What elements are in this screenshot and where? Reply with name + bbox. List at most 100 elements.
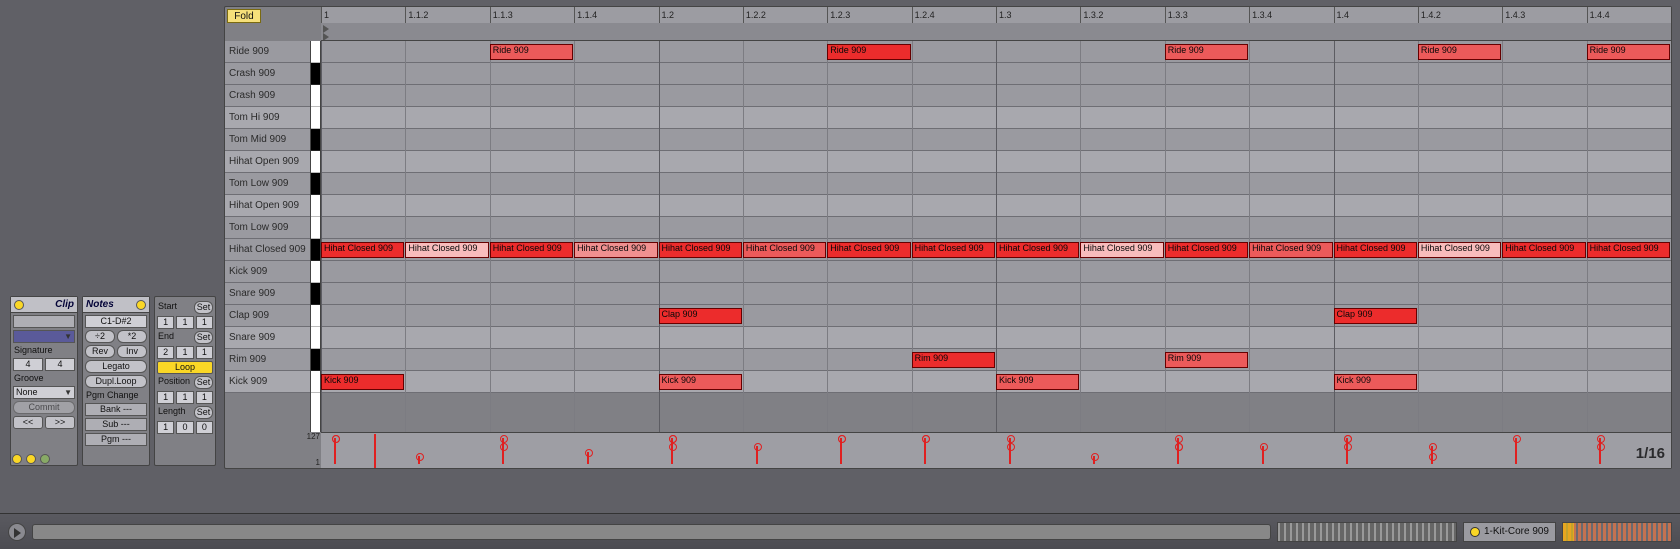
start-set-button[interactable]: Set <box>194 301 213 314</box>
velocity-handle[interactable] <box>756 446 758 464</box>
midi-note[interactable]: Kick 909 <box>996 374 1079 390</box>
groove-select[interactable]: None <box>13 386 75 399</box>
track-name[interactable]: Snare 909 <box>225 327 310 349</box>
start-bar[interactable]: 1 <box>157 316 174 329</box>
time-ruler[interactable]: 11.1.21.1.31.1.41.21.2.21.2.31.2.41.31.3… <box>321 7 1671 41</box>
velocity-handle[interactable] <box>1093 456 1095 464</box>
notes-arrow-icon[interactable] <box>136 300 146 310</box>
loop-toggle-button[interactable]: Loop <box>157 361 213 374</box>
piano-key[interactable] <box>311 173 320 195</box>
sig-denominator[interactable]: 4 <box>45 358 75 371</box>
start-sub[interactable]: 1 <box>196 316 213 329</box>
velocity-handle[interactable] <box>334 438 336 464</box>
length-set-button[interactable]: Set <box>194 406 213 419</box>
midi-note[interactable]: Kick 909 <box>1334 374 1417 390</box>
piano-key[interactable] <box>311 239 320 261</box>
midi-note[interactable]: Hihat Closed 909 <box>743 242 826 258</box>
velocity-handle[interactable] <box>1346 446 1348 464</box>
half-tempo-button[interactable]: ÷2 <box>85 330 115 343</box>
midi-note[interactable]: Hihat Closed 909 <box>996 242 1079 258</box>
fold-button[interactable]: Fold <box>227 9 261 23</box>
velocity-handle[interactable] <box>1431 456 1433 464</box>
velocity-handle[interactable] <box>418 456 420 464</box>
velocity-handle[interactable] <box>587 452 589 464</box>
len-sub[interactable]: 0 <box>196 421 213 434</box>
nudge-fwd-button[interactable]: >> <box>45 416 75 429</box>
piano-key[interactable] <box>311 305 320 327</box>
device-preview[interactable] <box>1562 522 1672 542</box>
commit-button[interactable]: Commit <box>13 401 75 414</box>
midi-note[interactable]: Hihat Closed 909 <box>1249 242 1332 258</box>
midi-note[interactable]: Hihat Closed 909 <box>1334 242 1417 258</box>
velocity-handle[interactable] <box>1262 446 1264 464</box>
midi-note[interactable]: Hihat Closed 909 <box>912 242 995 258</box>
nudge-back-button[interactable]: << <box>13 416 43 429</box>
track-name[interactable]: Hihat Closed 909 <box>225 239 310 261</box>
midi-note[interactable]: Ride 909 <box>1418 44 1501 60</box>
piano-key[interactable] <box>311 195 320 217</box>
track-name[interactable]: Hihat Open 909 <box>225 151 310 173</box>
piano-key[interactable] <box>311 283 320 305</box>
pos-bar[interactable]: 1 <box>157 391 174 404</box>
midi-note[interactable]: Ride 909 <box>1587 44 1670 60</box>
clip-color-select[interactable] <box>13 330 75 343</box>
pgm-field[interactable]: Pgm --- <box>85 433 147 446</box>
midi-note[interactable]: Hihat Closed 909 <box>574 242 657 258</box>
midi-note[interactable]: Kick 909 <box>321 374 404 390</box>
track-name[interactable]: Hihat Open 909 <box>225 195 310 217</box>
velocity-handle[interactable] <box>1009 446 1011 464</box>
horizontal-scrollbar[interactable] <box>32 524 1271 540</box>
track-name[interactable]: Clap 909 <box>225 305 310 327</box>
panel-dot-launch[interactable] <box>12 454 22 464</box>
clip-overview[interactable] <box>1277 522 1457 542</box>
pos-sub[interactable]: 1 <box>196 391 213 404</box>
clip-active-indicator[interactable] <box>14 300 24 310</box>
pos-beat[interactable]: 1 <box>176 391 193 404</box>
midi-note[interactable]: Ride 909 <box>490 44 573 60</box>
velocity-handle[interactable] <box>840 438 842 464</box>
piano-key[interactable] <box>311 63 320 85</box>
midi-note[interactable]: Rim 909 <box>1165 352 1248 368</box>
midi-note[interactable]: Hihat Closed 909 <box>1502 242 1585 258</box>
sig-numerator[interactable]: 4 <box>13 358 43 371</box>
track-name[interactable]: Snare 909 <box>225 283 310 305</box>
piano-key[interactable] <box>311 261 320 283</box>
midi-note[interactable]: Ride 909 <box>827 44 910 60</box>
piano-key[interactable] <box>311 85 320 107</box>
midi-note[interactable]: Kick 909 <box>659 374 742 390</box>
start-beat[interactable]: 1 <box>176 316 193 329</box>
end-bar[interactable]: 2 <box>157 346 174 359</box>
note-grid[interactable]: Ride 909Ride 909Ride 909Ride 909Ride 909… <box>321 41 1671 432</box>
track-name[interactable]: Tom Low 909 <box>225 217 310 239</box>
piano-key[interactable] <box>311 41 320 63</box>
track-name[interactable]: Kick 909 <box>225 371 310 393</box>
piano-key[interactable] <box>311 217 320 239</box>
velocity-handle[interactable] <box>1515 438 1517 464</box>
midi-note[interactable]: Hihat Closed 909 <box>321 242 404 258</box>
velocity-handle[interactable] <box>671 446 673 464</box>
position-set-button[interactable]: Set <box>194 376 213 389</box>
piano-key[interactable] <box>311 349 320 371</box>
midi-note[interactable]: Hihat Closed 909 <box>659 242 742 258</box>
invert-button[interactable]: Inv <box>117 345 147 358</box>
panel-dot-envelopes[interactable] <box>40 454 50 464</box>
midi-note[interactable]: Clap 909 <box>1334 308 1417 324</box>
track-name[interactable]: Rim 909 <box>225 349 310 371</box>
piano-key[interactable] <box>311 129 320 151</box>
midi-note[interactable]: Hihat Closed 909 <box>1418 242 1501 258</box>
midi-note[interactable]: Hihat Closed 909 <box>1080 242 1163 258</box>
piano-key-column[interactable] <box>311 41 321 432</box>
velocity-handle[interactable] <box>1177 446 1179 464</box>
velocity-handle[interactable] <box>924 438 926 464</box>
len-beat[interactable]: 0 <box>176 421 193 434</box>
loop-brace-icon[interactable] <box>321 23 335 41</box>
device-chip[interactable]: 1-Kit-Core 909 <box>1463 522 1556 542</box>
end-beat[interactable]: 1 <box>176 346 193 359</box>
track-name[interactable]: Crash 909 <box>225 63 310 85</box>
note-range-display[interactable]: C1-D#2 <box>85 315 147 328</box>
piano-key[interactable] <box>311 151 320 173</box>
clip-name-input[interactable] <box>13 315 75 328</box>
midi-note[interactable]: Hihat Closed 909 <box>827 242 910 258</box>
legato-button[interactable]: Legato <box>85 360 147 373</box>
midi-note[interactable]: Hihat Closed 909 <box>1165 242 1248 258</box>
